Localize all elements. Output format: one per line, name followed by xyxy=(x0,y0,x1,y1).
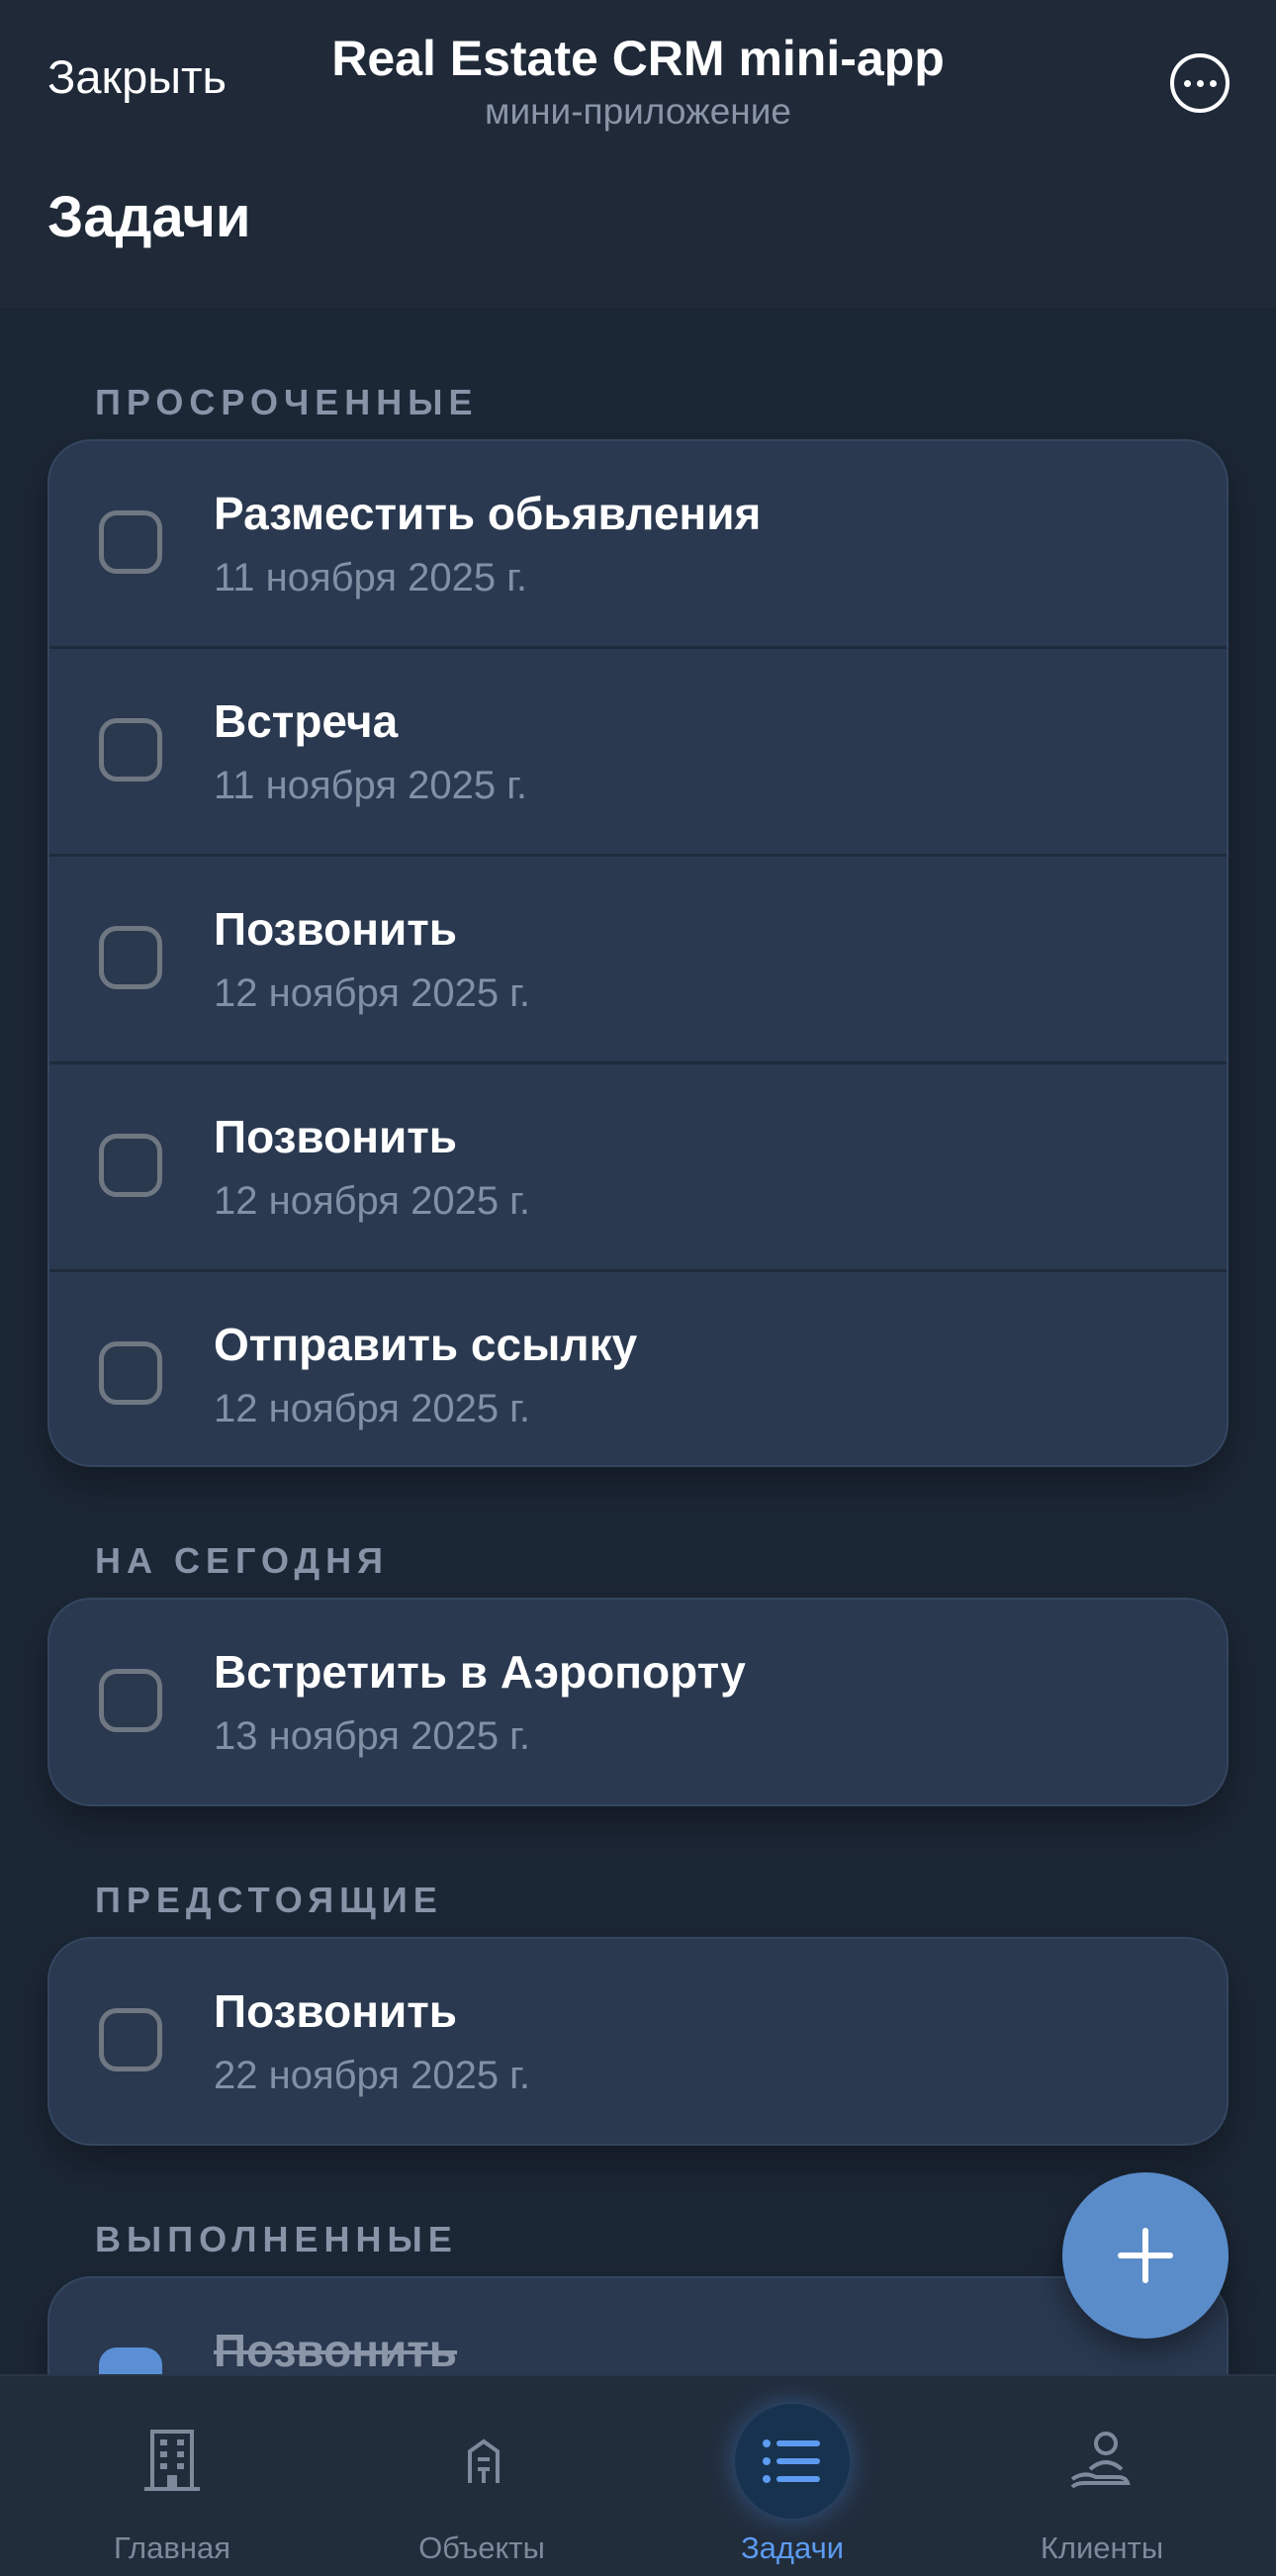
task-checkbox[interactable] xyxy=(99,926,162,989)
task-checkbox[interactable] xyxy=(99,1669,162,1732)
tab-objects-label: Объекты xyxy=(418,2530,545,2565)
today-tasks-card: Встретить в Аэропорту 13 ноября 2025 г. xyxy=(47,1598,1229,1806)
section-header-overdue: ПРОСРОЧЕННЫЕ xyxy=(95,382,479,422)
task-row[interactable]: Разместить обьявления 11 ноября 2025 г. xyxy=(49,441,1227,649)
tab-objects[interactable]: Объекты xyxy=(363,2376,600,2576)
task-date: 12 ноября 2025 г. xyxy=(214,971,530,1015)
task-row[interactable]: Позвонить 12 ноября 2025 г. xyxy=(49,857,1227,1064)
section-header-upcoming: ПРЕДСТОЯЩИЕ xyxy=(95,1880,443,1920)
tab-home[interactable]: Главная xyxy=(53,2376,291,2576)
task-checkbox[interactable] xyxy=(99,1341,162,1405)
task-title: Позвонить xyxy=(214,1985,458,2037)
task-checkbox[interactable] xyxy=(99,2008,162,2071)
task-row[interactable]: Позвонить 22 ноября 2025 г. xyxy=(49,1939,1227,2144)
task-date: 13 ноября 2025 г. xyxy=(214,1714,530,1758)
completed-tasks-card: Позвонить xyxy=(47,2276,1229,2374)
list-icon xyxy=(763,2439,820,2483)
task-title: Позвонить xyxy=(214,1111,458,1162)
task-checkbox[interactable] xyxy=(99,1134,162,1197)
task-row[interactable]: Отправить ссылку 12 ноября 2025 г. xyxy=(49,1272,1227,1465)
tab-clients[interactable]: Клиенты xyxy=(983,2376,1221,2576)
task-title: Отправить ссылку xyxy=(214,1319,638,1370)
tab-home-label: Главная xyxy=(114,2530,230,2565)
bottom-tab-bar: Главная Объекты Задачи Клиенты xyxy=(0,2374,1276,2576)
section-header-completed: ВЫПОЛНЕННЫЕ xyxy=(95,2219,458,2259)
building-icon xyxy=(144,2430,200,2491)
top-bar: Закрыть Real Estate CRM mini-app мини-пр… xyxy=(0,0,1276,309)
upcoming-tasks-card: Позвонить 22 ноября 2025 г. xyxy=(47,1937,1229,2146)
section-header-today: НА СЕГОДНЯ xyxy=(95,1540,389,1581)
task-checkbox[interactable] xyxy=(99,510,162,574)
tab-tasks[interactable]: Задачи xyxy=(674,2376,911,2576)
task-title: Встретить в Аэропорту xyxy=(214,1646,746,1698)
apartment-key-icon xyxy=(468,2438,500,2483)
user-hand-icon xyxy=(1070,2432,1131,2489)
task-row[interactable]: Позвонить 12 ноября 2025 г. xyxy=(49,1064,1227,1272)
task-row[interactable]: Встретить в Аэропорту 13 ноября 2025 г. xyxy=(49,1600,1227,1804)
overdue-tasks-card: Разместить обьявления 11 ноября 2025 г. Вс… xyxy=(47,439,1229,1467)
task-title: Встреча xyxy=(214,695,399,747)
task-row[interactable]: Позвонить xyxy=(49,2278,1227,2374)
app-title: Real Estate CRM mini-app xyxy=(331,31,945,86)
tab-clients-label: Клиенты xyxy=(1040,2530,1164,2565)
task-row[interactable]: Встреча 11 ноября 2025 г. xyxy=(49,649,1227,857)
task-title: Разместить обьявления xyxy=(214,488,762,539)
task-date: 11 ноября 2025 г. xyxy=(214,764,528,807)
task-checkbox-checked[interactable] xyxy=(99,2347,162,2374)
task-checkbox[interactable] xyxy=(99,718,162,782)
task-date: 11 ноября 2025 г. xyxy=(214,556,528,599)
page-title: Задачи xyxy=(47,185,251,249)
task-title: Позвонить xyxy=(214,2325,458,2374)
add-task-button[interactable] xyxy=(1062,2172,1229,2339)
task-list-content[interactable]: ПРОСРОЧЕННЫЕ Разместить обьявления 11 ноя… xyxy=(0,311,1276,2374)
tab-tasks-label: Задачи xyxy=(740,2530,845,2565)
task-date: 12 ноября 2025 г. xyxy=(214,1179,530,1223)
task-date: 12 ноября 2025 г. xyxy=(214,1387,530,1430)
app-subtitle: мини-приложение xyxy=(485,91,791,132)
task-date: 22 ноября 2025 г. xyxy=(214,2054,530,2097)
task-title: Позвонить xyxy=(214,903,458,955)
more-options-icon[interactable] xyxy=(1170,53,1230,113)
